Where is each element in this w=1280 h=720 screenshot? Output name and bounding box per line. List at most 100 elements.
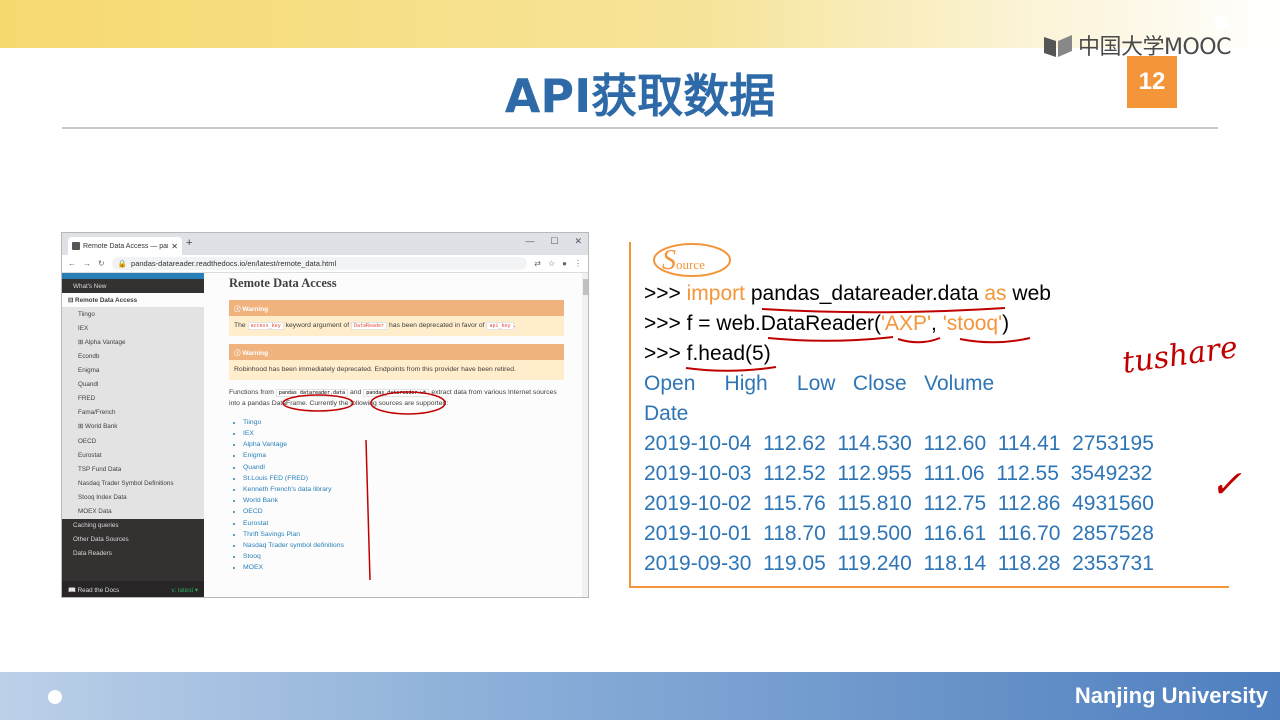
scrollbar[interactable] — [582, 273, 588, 597]
code-line-import: >>> import pandas_datareader.data as web — [644, 282, 1051, 306]
bookmark-star-icon[interactable]: ☆ — [548, 259, 555, 268]
source-link[interactable]: Stooq — [243, 551, 564, 562]
sidebar-item[interactable]: Quandl — [62, 377, 204, 392]
source-label-rest: ource — [676, 257, 705, 272]
prompt: >>> — [644, 342, 687, 365]
warning-header: ⓘ Warning — [229, 300, 564, 316]
source-link[interactable]: IEX — [243, 428, 564, 439]
para-text: Functions from — [229, 389, 274, 397]
inline-code: DataReader — [350, 322, 388, 330]
sidebar-item[interactable]: Stooq Index Data — [62, 490, 204, 505]
new-tab-icon[interactable]: + — [186, 237, 192, 249]
tab-title: Remote Data Access — pand... — [83, 242, 168, 250]
version-select[interactable]: v: latest ▾ — [171, 587, 198, 594]
source-link[interactable]: Tiingo — [243, 417, 564, 428]
warning-label: Warning — [242, 350, 269, 358]
sidebar-item[interactable]: ⊞ World Bank — [62, 419, 204, 435]
sidebar-item[interactable]: ⊞ Alpha Vantage — [62, 335, 204, 350]
code-text: ) — [1002, 312, 1010, 335]
output-row: 2019-10-03 112.52 112.955 111.06 112.55 … — [644, 462, 1153, 485]
string-arg: 'AXP' — [881, 312, 932, 335]
close-window-icon[interactable]: ✕ — [574, 236, 582, 247]
menu-kebab-icon[interactable]: ⋮ — [574, 259, 582, 268]
source-link[interactable]: World Bank — [243, 495, 564, 506]
source-link[interactable]: Nasdaq Trader symbol definitions — [243, 540, 564, 551]
forward-icon[interactable]: → — [83, 259, 91, 268]
sidebar-item[interactable]: MOEX Data — [62, 504, 204, 519]
translate-icon[interactable]: ⇄ — [534, 259, 541, 268]
inline-code: api_key — [486, 322, 514, 330]
source-list: TiingoIEXAlpha VantageEnigmaQuandlSt.Lou… — [243, 417, 564, 574]
browser-tab[interactable]: Remote Data Access — pand... ✕ — [68, 237, 182, 255]
warning-text: The — [234, 322, 246, 329]
output-row: 2019-10-02 115.76 115.810 112.75 112.86 … — [644, 492, 1154, 515]
output-row: 2019-10-01 118.70 119.500 116.61 116.70 … — [644, 522, 1154, 545]
code-text: f = web.DataReader( — [686, 312, 881, 335]
sidebar-item[interactable]: OECD — [62, 434, 204, 449]
keyword-as: as — [984, 282, 1007, 305]
url-text: pandas-datareader.readthedocs.io/en/late… — [131, 259, 337, 268]
warning-text: keyword argument of — [285, 322, 350, 329]
source-link[interactable]: Thrift Savings Plan — [243, 529, 564, 540]
read-the-docs-label: 📖 Read the Docs — [68, 587, 120, 594]
warning-header: ⓘ Warning — [229, 344, 564, 361]
docs-sidebar: What's New ⊟ Remote Data Access Tiingo IEX ⊞… — [62, 273, 204, 597]
warning-body: The access_key keyword argument of DataR… — [229, 316, 564, 336]
sidebar-item[interactable]: Econdb — [62, 349, 204, 364]
prompt: >>> — [644, 282, 687, 305]
doc-body: Remote Data Access ⓘ Warning The access_… — [204, 273, 588, 597]
source-link[interactable]: St.Louis FED (FRED) — [243, 473, 564, 484]
sidebar-item[interactable]: Enigma — [62, 363, 204, 378]
source-link[interactable]: Enigma — [243, 450, 564, 461]
address-bar[interactable]: 🔒 pandas-datareader.readthedocs.io/en/la… — [111, 257, 528, 270]
sidebar-item[interactable]: Fama/French — [62, 405, 204, 420]
sidebar-item[interactable]: IEX — [62, 321, 204, 336]
source-link[interactable]: Quandl — [243, 462, 564, 473]
prompt: >>> — [644, 312, 687, 335]
scrollbar-thumb[interactable] — [583, 279, 588, 295]
source-label: Source — [662, 245, 705, 277]
sidebar-item[interactable]: Tiingo — [62, 307, 204, 322]
warning-box-2: ⓘ Warning Robinhood has been immediately… — [229, 344, 564, 381]
warning-label: Warning — [242, 306, 269, 313]
module-name: pandas_datareader.data — [745, 282, 985, 305]
sidebar-item[interactable]: Caching queries — [62, 518, 204, 533]
para-text: and — [349, 389, 362, 397]
source-link[interactable]: Alpha Vantage — [243, 439, 564, 450]
reload-icon[interactable]: ↻ — [98, 259, 105, 268]
minimize-icon[interactable]: — — [525, 236, 534, 247]
source-link[interactable]: Kenneth French's data library — [243, 484, 564, 495]
browser-toolbar: ← → ↻ 🔒 pandas-datareader.readthedocs.io… — [62, 255, 588, 273]
inline-code: pandas_datareader.wb — [363, 389, 430, 398]
source-link[interactable]: MOEX — [243, 562, 564, 573]
back-icon[interactable]: ← — [68, 259, 76, 268]
sidebar-footer[interactable]: 📖 Read the Docs v: latest ▾ — [62, 581, 204, 597]
browser-window: Remote Data Access — pand... ✕ + — ☐ ✕ ←… — [61, 232, 589, 598]
title-divider — [62, 127, 1218, 129]
code-text: f.head(5) — [686, 342, 771, 365]
source-link[interactable]: Eurostat — [243, 518, 564, 529]
code-text: , — [931, 312, 943, 335]
code-line-head: >>> f.head(5) — [644, 342, 771, 366]
sidebar-item[interactable]: Eurostat — [62, 448, 204, 463]
sidebar-item[interactable]: Nasdaq Trader Symbol Definitions — [62, 476, 204, 491]
book-icon — [1044, 35, 1072, 57]
sidebar-item[interactable]: Data Readers — [62, 546, 204, 561]
sidebar-item[interactable]: ⊟ Remote Data Access — [62, 293, 204, 308]
code-output-panel: >>> import pandas_datareader.data as web… — [629, 242, 1229, 588]
output-row: 2019-09-30 119.05 119.240 118.14 118.28 … — [644, 552, 1154, 575]
warning-box-1: ⓘ Warning The access_key keyword argumen… — [229, 300, 564, 337]
profile-icon[interactable]: ● — [562, 259, 567, 268]
maximize-icon[interactable]: ☐ — [550, 236, 558, 247]
sidebar-item[interactable]: FRED — [62, 391, 204, 406]
source-link[interactable]: OECD — [243, 506, 564, 517]
warning-body: Robinhood has been immediately deprecate… — [234, 366, 516, 374]
decor-dot — [1214, 16, 1228, 30]
tab-close-icon[interactable]: ✕ — [171, 242, 178, 251]
warning-text: . — [513, 322, 516, 329]
code-line-datareader: >>> f = web.DataReader('AXP', 'stooq') — [644, 312, 1009, 336]
sidebar-item[interactable]: TSP Fund Data — [62, 462, 204, 477]
sidebar-item[interactable]: Other Data Sources — [62, 532, 204, 547]
source-label-initial: S — [662, 245, 676, 276]
sidebar-item[interactable]: What's New — [62, 279, 204, 294]
